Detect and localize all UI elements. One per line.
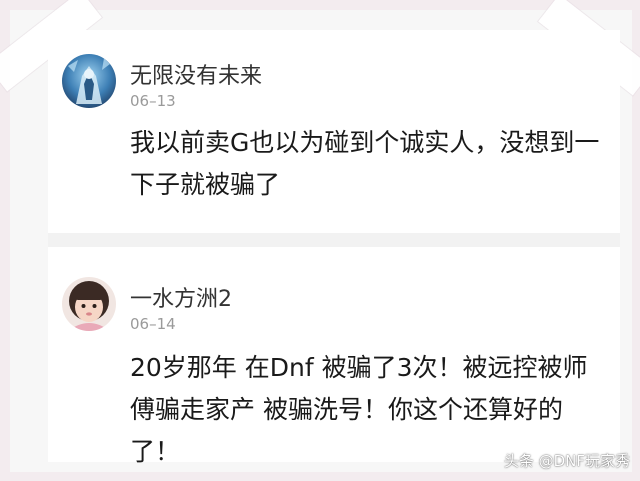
comment-username[interactable]: 无限没有未来 bbox=[130, 58, 262, 90]
comment-card: 无限没有未来 06–13 我以前卖G也以为碰到个诚实人，没想到一下子就被骗了 一… bbox=[48, 30, 620, 466]
comment-username[interactable]: 一水方洲2 bbox=[130, 281, 232, 313]
comment-text: 我以前卖G也以为碰到个诚实人，没想到一下子就被骗了 bbox=[130, 128, 600, 199]
child-portrait-avatar-icon bbox=[62, 277, 116, 331]
comment-divider bbox=[48, 233, 620, 247]
comment-date: 06–13 bbox=[130, 92, 176, 110]
comment-item: 一水方洲2 06–14 20岁那年 在Dnf 被骗了3次！被远控被师傅骗走家产 … bbox=[48, 247, 620, 466]
comment-item: 无限没有未来 06–13 我以前卖G也以为碰到个诚实人，没想到一下子就被骗了 bbox=[48, 30, 620, 233]
avatar[interactable] bbox=[62, 277, 116, 331]
game-character-avatar-icon bbox=[62, 54, 116, 108]
screenshot-frame: 无限没有未来 06–13 我以前卖G也以为碰到个诚实人，没想到一下子就被骗了 一… bbox=[0, 0, 640, 472]
watermark: 头条 @DNF玩家秀 bbox=[503, 452, 630, 470]
avatar[interactable] bbox=[62, 54, 116, 108]
comment-date: 06–14 bbox=[130, 315, 176, 333]
